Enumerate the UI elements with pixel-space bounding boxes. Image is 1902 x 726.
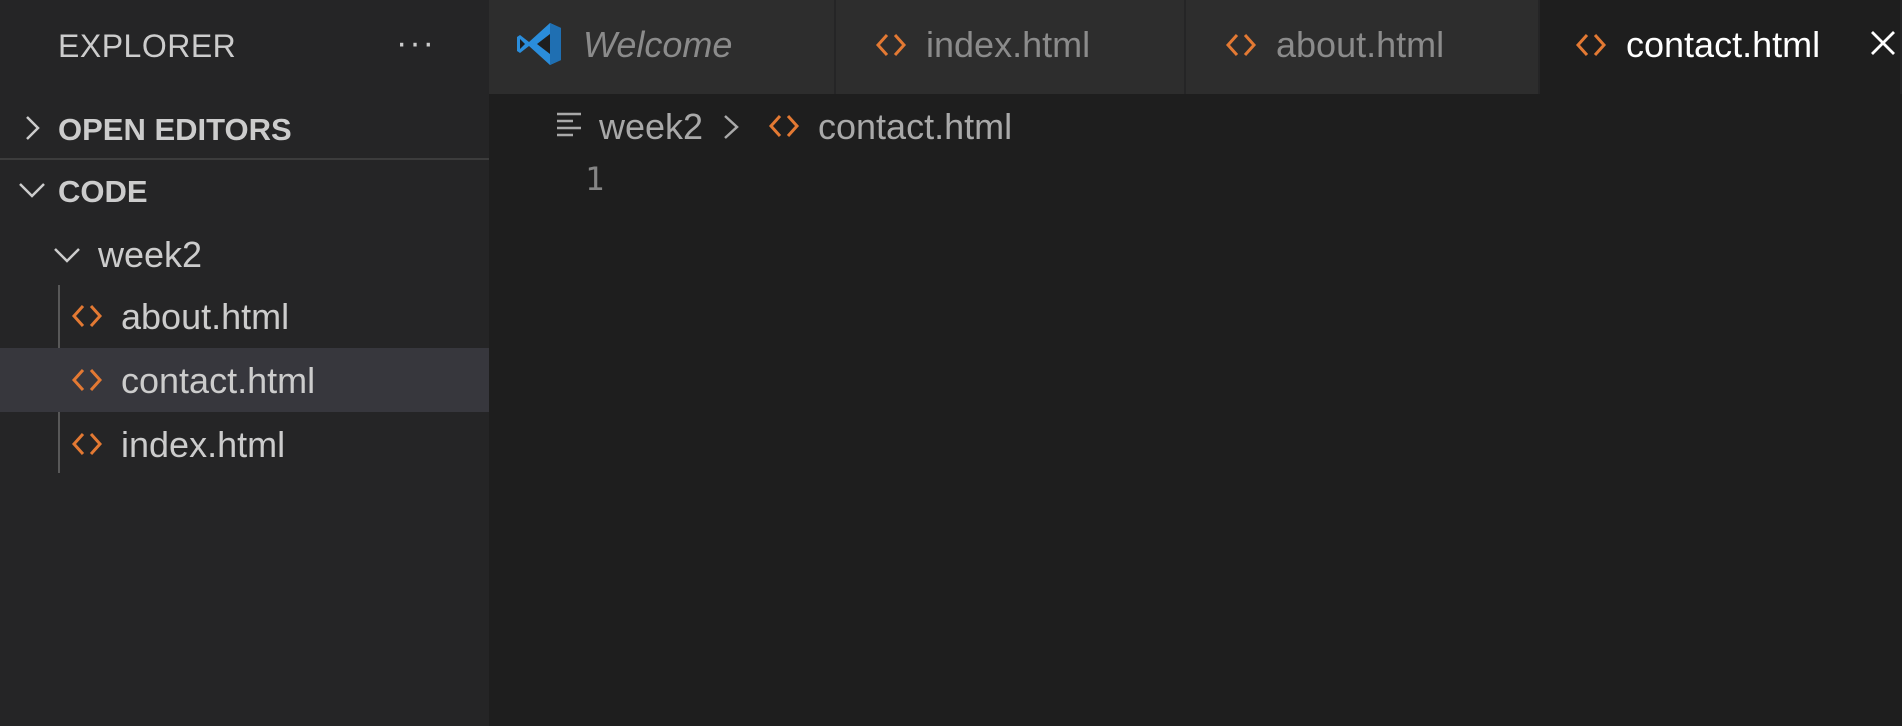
html-file-icon xyxy=(768,114,800,138)
file-label: contact.html xyxy=(121,360,316,401)
tree-folder-week2[interactable]: week2 xyxy=(0,222,489,286)
html-file-icon xyxy=(71,432,103,456)
breadcrumb: week2 contact.html xyxy=(555,104,1455,148)
vscode-logo-icon xyxy=(517,23,561,65)
tree-file-contact[interactable]: contact.html xyxy=(0,348,489,412)
chevron-right-icon xyxy=(724,115,739,139)
tab-index[interactable]: index.html xyxy=(836,0,1186,94)
symbol-file-icon xyxy=(557,112,581,137)
open-editors-label: OPEN EDITORS xyxy=(58,112,292,147)
file-label: about.html xyxy=(121,296,290,337)
workspace-label: CODE xyxy=(58,174,148,209)
more-actions-icon[interactable]: ··· xyxy=(394,18,438,68)
breadcrumb-folder[interactable]: week2 xyxy=(599,106,703,148)
html-file-icon xyxy=(71,368,103,392)
tab-about[interactable]: about.html xyxy=(1186,0,1540,94)
html-file-icon xyxy=(71,304,103,328)
html-file-icon xyxy=(875,33,907,57)
breadcrumb-file[interactable]: contact.html xyxy=(818,106,1012,148)
editor-area[interactable] xyxy=(489,150,1902,726)
workspace-section[interactable]: CODE xyxy=(0,162,489,218)
open-editors-section[interactable]: OPEN EDITORS xyxy=(0,100,489,160)
chevron-right-icon xyxy=(26,116,40,140)
html-file-icon xyxy=(1575,33,1607,57)
explorer-sidebar: EXPLORER ··· OPEN EDITORS CODE week2 abo… xyxy=(0,0,489,726)
html-file-icon xyxy=(1225,33,1257,57)
tab-bar: Welcome index.html about.html contact.ht… xyxy=(489,0,1902,94)
tab-label: contact.html xyxy=(1626,24,1821,65)
explorer-header: EXPLORER ··· xyxy=(0,0,489,88)
folder-label: week2 xyxy=(98,234,203,275)
tab-welcome[interactable]: Welcome xyxy=(489,0,836,94)
line-number: 1 xyxy=(585,160,605,198)
close-icon[interactable] xyxy=(1866,26,1900,60)
explorer-title: EXPLORER xyxy=(58,28,237,64)
tab-label: index.html xyxy=(926,24,1091,65)
chevron-down-icon xyxy=(54,248,80,263)
tab-contact[interactable]: contact.html xyxy=(1540,0,1902,94)
chevron-down-icon xyxy=(19,183,45,198)
tree-file-index[interactable]: index.html xyxy=(0,412,489,476)
tab-label: Welcome xyxy=(583,24,733,65)
tab-label: about.html xyxy=(1276,24,1445,65)
file-label: index.html xyxy=(121,424,286,465)
tree-file-about[interactable]: about.html xyxy=(0,284,489,348)
